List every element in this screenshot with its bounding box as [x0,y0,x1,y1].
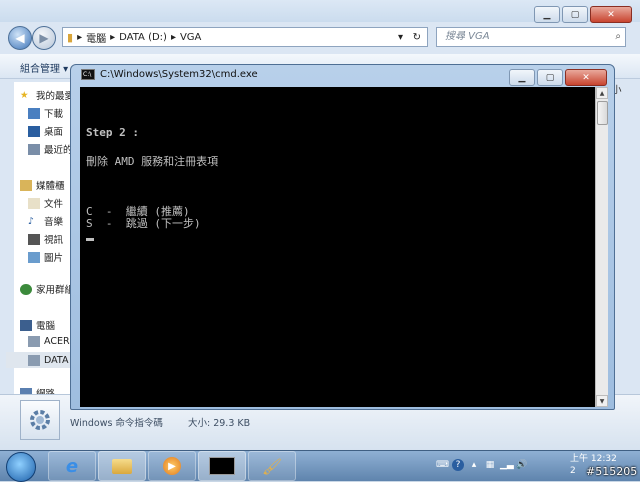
cmd-close-button[interactable]: ✕ [565,69,607,86]
keyboard-icon[interactable]: ⌨ [436,459,449,471]
scrollbar-thumb[interactable] [597,101,608,125]
forward-button[interactable]: ▶ [32,26,56,50]
console-description-line: 刪除 AMD 服務和注冊表項 [86,155,219,168]
sidebar-item-videos[interactable]: 視訊 [28,232,63,246]
signal-icon[interactable]: ▁▃ [500,459,514,471]
cmd-window: C:\ C:\Windows\System32\cmd.exe ▁ ▢ ✕ St… [70,64,615,410]
sidebar-item-recent[interactable]: 最近的 [28,142,73,156]
sidebar-item-libraries[interactable]: 媒體櫃 [20,178,65,192]
homegroup-icon [20,283,32,295]
address-dropdown-icon[interactable]: ▾ [398,32,403,43]
breadcrumb-computer[interactable]: 電腦 [86,30,106,45]
maximize-button[interactable]: ▢ [562,6,588,23]
sidebar-item-acer[interactable]: ACER [28,336,70,347]
explorer-titlebar: ▁ ▢ ✕ [0,0,640,23]
sidebar-item-favorites[interactable]: ★ 我的最愛 [20,88,74,103]
internet-explorer-icon: e [65,455,79,477]
file-type-label: Windows 命令指令碼 [70,418,163,429]
library-icon [20,179,32,191]
cmd-icon [209,457,235,475]
taskbar-paint-button[interactable]: 🖌 [248,451,296,481]
arrow-right-icon: ▶ [39,31,49,45]
media-player-icon: ▶ [163,457,181,475]
navigation-pane: ★ 我的最愛 下載 桌面 最近的 媒體櫃 文件 ♪ 音樂 視訊 圖片 家用群組 電腦… [6,82,74,400]
gear-icon [30,410,50,430]
system-tray: ⌨ ? ▴ ▦ ▁▃ 🔊 [436,459,528,471]
file-size-label: 大小: 29.3 KB [188,418,251,429]
network-tray-icon[interactable]: ▦ [484,459,496,471]
address-bar[interactable]: ▮ ▸ 電腦 ▸ DATA (D:) ▸ VGA ▾ ↻ [62,27,428,47]
breadcrumb-separator-icon: ▸ [110,31,116,43]
sidebar-item-music[interactable]: ♪ 音樂 [28,214,63,229]
start-button[interactable] [6,452,36,482]
text-cursor [86,238,94,241]
explorer-navbar: ◀ ▶ ▮ ▸ 電腦 ▸ DATA (D:) ▸ VGA ▾ ↻ 搜尋 VGA … [0,22,640,52]
taskbar-explorer-button[interactable] [98,451,146,481]
paint-icon: 🖌 [261,456,283,476]
minimize-button[interactable]: ▁ [534,6,560,23]
taskbar-ie-button[interactable]: e [48,451,96,481]
back-button[interactable]: ◀ [8,26,32,50]
file-thumbnail [20,400,60,440]
folder-icon: ▮ [67,30,74,44]
sidebar-item-computer[interactable]: 電腦 [20,318,55,332]
taskbar: e ▶ 🖌 ⌨ ? ▴ ▦ ▁▃ 🔊 上午 12:32 2 [0,450,640,482]
cmd-maximize-button[interactable]: ▢ [537,69,563,86]
star-icon: ★ [20,89,29,101]
taskbar-cmd-button[interactable] [198,451,246,481]
vertical-scrollbar[interactable]: ▲ ▼ [595,87,608,407]
console-option-skip: S - 跳過 (下一步) [86,217,201,230]
search-placeholder: 搜尋 VGA [445,31,490,42]
refresh-icon[interactable]: ↻ [413,32,421,43]
sidebar-item-homegroup[interactable]: 家用群組 [20,282,74,296]
sidebar-item-data[interactable]: DATA [6,352,72,368]
pictures-icon [28,251,40,263]
volume-icon[interactable]: 🔊 [516,459,528,471]
cmd-title: C:\Windows\System32\cmd.exe [100,69,258,80]
sidebar-item-pictures[interactable]: 圖片 [28,250,63,264]
cmd-minimize-button[interactable]: ▁ [509,69,535,86]
show-hidden-icons-icon[interactable]: ▴ [468,459,480,471]
console-step-line: Step 2 : [86,126,139,139]
breadcrumb-vga[interactable]: VGA [180,32,201,43]
close-button[interactable]: ✕ [590,6,632,23]
video-icon [28,233,40,245]
watermark-text: #515205 [586,465,638,478]
help-icon[interactable]: ? [452,459,464,471]
drive-icon [28,336,40,347]
cmd-icon: C:\ [81,69,95,80]
clock-time: 上午 12:32 [570,454,617,464]
search-icon: ⌕ [615,31,621,42]
recent-icon [28,143,40,155]
music-icon: ♪ [28,215,35,227]
search-input[interactable]: 搜尋 VGA ⌕ [436,27,626,47]
sidebar-item-desktop[interactable]: 桌面 [28,124,63,138]
breadcrumb-separator-icon: ▸ [170,31,176,43]
desktop-icon [28,125,40,137]
arrow-left-icon: ◀ [15,31,25,45]
breadcrumb-data-drive[interactable]: DATA (D:) [119,32,167,43]
sidebar-item-documents[interactable]: 文件 [28,196,63,210]
cmd-titlebar: C:\ C:\Windows\System32\cmd.exe [81,69,258,80]
computer-icon [20,319,32,331]
sidebar-item-downloads[interactable]: 下載 [28,106,63,120]
console-output[interactable]: Step 2 : 刪除 AMD 服務和注冊表項 C - 繼續 (推薦) S - … [80,87,595,407]
scroll-up-icon[interactable]: ▲ [596,87,608,99]
documents-icon [28,197,40,209]
scroll-down-icon[interactable]: ▼ [596,395,608,407]
taskbar-media-player-button[interactable]: ▶ [148,451,196,481]
drive-icon [28,354,40,366]
download-folder-icon [28,107,40,119]
breadcrumb-separator-icon: ▸ [77,31,83,43]
folder-icon [112,458,132,474]
organize-menu-button[interactable]: 組合管理 ▾ [20,60,68,75]
